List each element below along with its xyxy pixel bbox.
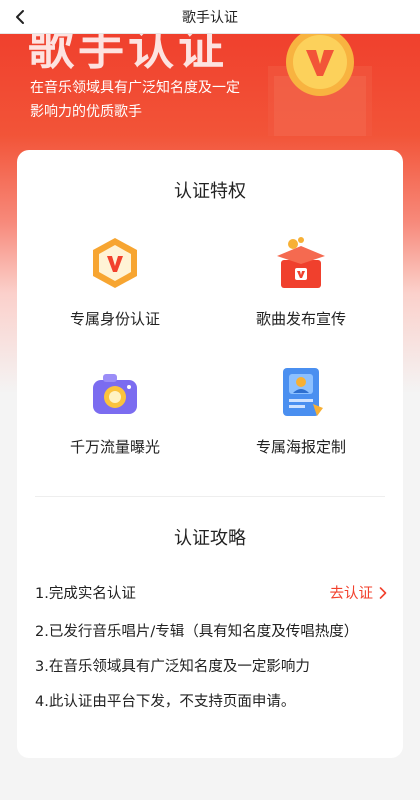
go-verify-link[interactable]: 去认证 — [330, 582, 388, 603]
chevron-right-icon — [379, 586, 387, 599]
guide-step: 3.在音乐领域具有广泛知名度及一定影响力 — [35, 655, 387, 676]
privilege-label: 专属身份认证 — [69, 310, 160, 328]
privilege-label: 千万流量曝光 — [69, 438, 160, 456]
privilege-label: 专属海报定制 — [255, 438, 346, 456]
guide-step: 4.此认证由平台下发，不支持页面申请。 — [35, 690, 387, 711]
go-verify-label: 去认证 — [329, 586, 374, 602]
camera-icon — [83, 360, 147, 424]
privilege-item: 专属海报定制 — [211, 360, 391, 457]
guide-step-text: 2.已发行音乐唱片/专辑（具有知名度及传唱热度） — [35, 624, 359, 640]
privilege-item: 千万流量曝光 — [25, 360, 205, 457]
guide-step-text: 4.此认证由平台下发，不支持页面申请。 — [35, 694, 296, 710]
gift-box-icon — [269, 232, 333, 296]
privileges-title: 认证特权 — [174, 181, 246, 202]
poster-icon — [269, 360, 333, 424]
certification-card: 认证特权 专属身份认证 歌曲发布宣传 千万流量曝光 专属海报定制 认证攻略 1.… — [17, 150, 403, 758]
privilege-item: 歌曲发布宣传 — [211, 232, 391, 329]
top-bar: 歌手认证 — [0, 0, 420, 34]
guide-step-text: 3.在音乐领域具有广泛知名度及一定影响力 — [35, 659, 310, 675]
page-title: 歌手认证 — [182, 9, 238, 26]
hero-title: 歌手认证 — [28, 34, 228, 75]
guide-step: 1.完成实名认证 去认证 — [35, 582, 387, 603]
divider — [35, 496, 385, 497]
guide-title: 认证攻略 — [174, 528, 246, 549]
guide-step-text: 1.完成实名认证 — [35, 586, 136, 602]
v-badge-icon — [260, 34, 380, 140]
privilege-label: 歌曲发布宣传 — [255, 310, 346, 328]
privilege-item: 专属身份认证 — [25, 232, 205, 329]
guide-step: 2.已发行音乐唱片/专辑（具有知名度及传唱热度） — [35, 620, 387, 641]
chevron-left-icon — [16, 10, 24, 24]
hero-description: 在音乐领域具有广泛知名度及一定影响力的优质歌手 — [30, 80, 240, 120]
identity-badge-icon — [83, 232, 147, 296]
back-button[interactable] — [10, 6, 30, 28]
